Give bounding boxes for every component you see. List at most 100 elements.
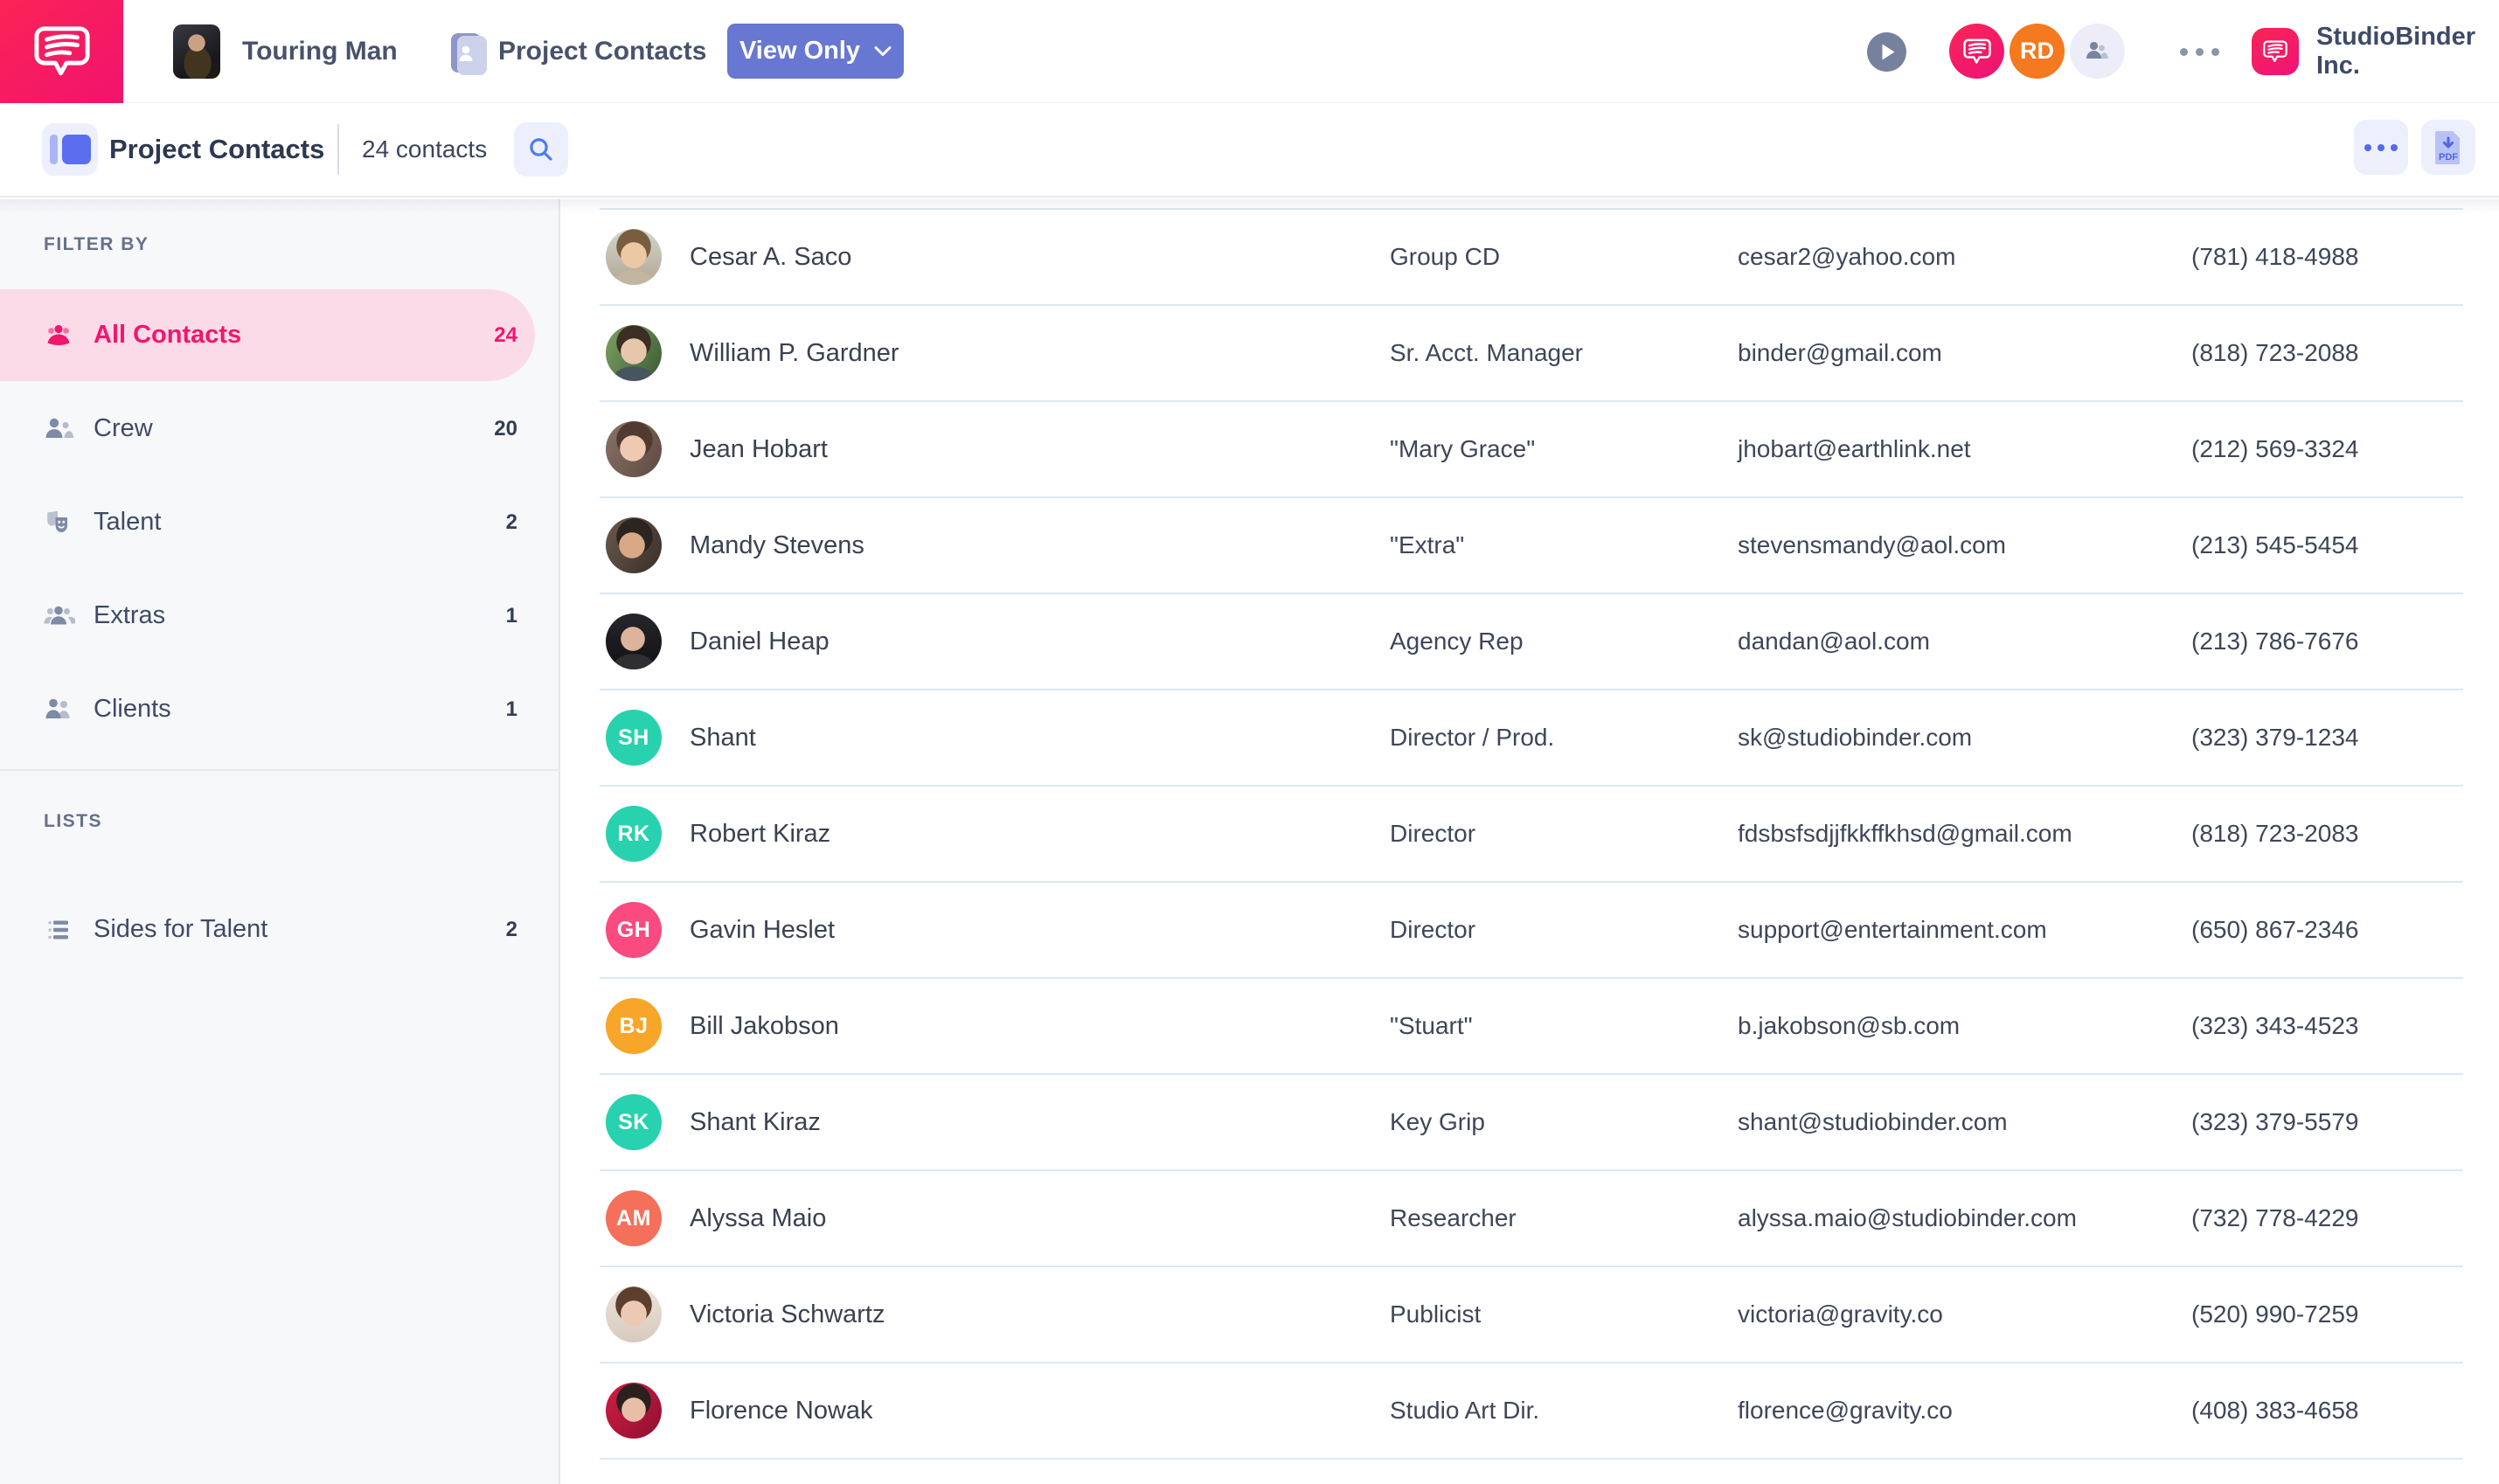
avatar: SK [606, 1094, 662, 1150]
header-more-button[interactable] [2180, 0, 2219, 103]
contact-name: Shant Kiraz [690, 1108, 1390, 1137]
avatar: GH [606, 902, 662, 958]
org-name[interactable]: StudioBinder Inc. [2316, 0, 2499, 103]
contact-name: Bill Jakobson [690, 1012, 1390, 1041]
table-row[interactable]: Cesar A. Saco Group CD cesar2@yahoo.com … [600, 210, 2463, 306]
sidebar-lists: Sides for Talent 2 [0, 883, 559, 976]
table-row[interactable]: GH Gavin Heslet Director support@enterta… [600, 883, 2463, 979]
app-root: { "top_bar": { "project_name": "Touring … [0, 0, 2499, 1484]
sidebar-item[interactable]: All Contacts 24 [0, 288, 559, 382]
sidebar-item-count: 1 [435, 604, 517, 628]
sidebar-item-label: Crew [94, 414, 153, 443]
sidebar-item-count: 1 [435, 697, 517, 722]
table-more-button[interactable] [2354, 120, 2408, 175]
table-row[interactable]: Daniel Heap Agency Rep dandan@aol.com (2… [600, 594, 2463, 690]
avatar-rd[interactable]: RD [2010, 24, 2065, 79]
sidebar-item-icon [42, 506, 75, 539]
project-name[interactable]: Touring Man [242, 0, 398, 103]
table-row-partial [600, 199, 2463, 210]
view-only-label: View Only [739, 37, 860, 66]
sidebar-item-icon [42, 413, 75, 446]
speech-bubble-icon [2261, 39, 2289, 64]
toolbar: Project Contacts 24 contacts PDF [0, 103, 2499, 198]
table-row[interactable]: AM Alyssa Maio Researcher alyssa.maio@st… [600, 1171, 2463, 1267]
avatar-cell [600, 614, 690, 669]
contact-name: Victoria Schwartz [690, 1300, 1390, 1329]
avatar-initials: GH [617, 918, 651, 943]
sidebar-item-count: 24 [435, 323, 517, 348]
avatar [606, 614, 662, 669]
table-row[interactable]: BJ Bill Jakobson "Stuart" b.jakobson@sb.… [600, 979, 2463, 1075]
avatar-initials: SH [618, 725, 649, 751]
contact-phone: (781) 418-4988 [2191, 243, 2463, 271]
sidebar-filters: All Contacts 24 Crew 20 Talent 2 Extras … [0, 288, 559, 756]
table-row[interactable]: Jean Hobart "Mary Grace" jhobart@earthli… [600, 402, 2463, 498]
contact-phone: (818) 723-2088 [2191, 339, 2463, 367]
search-button[interactable] [514, 122, 568, 177]
search-icon [525, 134, 557, 165]
contact-role: "Mary Grace" [1390, 435, 1738, 463]
sidebar-item[interactable]: Talent 2 [0, 475, 559, 569]
person-glyph [457, 42, 475, 65]
contact-email: sk@studiobinder.com [1738, 724, 2191, 752]
avatar-cell [600, 1383, 690, 1439]
table-row[interactable]: SK Shant Kiraz Key Grip shant@studiobind… [600, 1075, 2463, 1171]
contact-name: Jean Hobart [690, 435, 1390, 464]
rows-host: Cesar A. Saco Group CD cesar2@yahoo.com … [600, 210, 2463, 1460]
contact-phone: (323) 379-5579 [2191, 1108, 2463, 1136]
sidebar-section-divider [0, 769, 560, 771]
contact-name: Shant [690, 724, 1390, 752]
contact-phone: (212) 569-3324 [2191, 435, 2463, 463]
table-row[interactable]: William P. Gardner Sr. Acct. Manager bin… [600, 306, 2463, 402]
contact-phone: (213) 545-5454 [2191, 531, 2463, 559]
sidebar-item[interactable]: Sides for Talent 2 [0, 883, 559, 976]
avatar-cell [600, 325, 690, 381]
pdf-label: PDF [2439, 152, 2458, 163]
two-people-icon [2081, 35, 2114, 68]
avatar-cell [600, 229, 690, 285]
contact-role: "Stuart" [1390, 1012, 1738, 1040]
contact-email: alyssa.maio@studiobinder.com [1738, 1204, 2191, 1232]
sidebar-item[interactable]: Extras 1 [0, 569, 559, 662]
contact-email: victoria@gravity.co [1738, 1300, 2191, 1328]
play-icon[interactable] [1867, 32, 1906, 72]
contact-role: Sr. Acct. Manager [1390, 339, 1738, 367]
contact-role: Key Grip [1390, 1108, 1738, 1136]
sidebar-item-label: Sides for Talent [94, 915, 267, 944]
contact-role: Researcher [1390, 1204, 1738, 1232]
table-row[interactable]: Mandy Stevens "Extra" stevensmandy@aol.c… [600, 498, 2463, 594]
contact-name: Gavin Heslet [690, 916, 1390, 945]
sidebar-item[interactable]: Crew 20 [0, 382, 559, 475]
pdf-download-icon: PDF [2432, 129, 2465, 166]
contact-name: Daniel Heap [690, 628, 1390, 656]
sidebar: FILTER BY All Contacts 24 Crew 20 Talent… [0, 199, 560, 1484]
contact-role: "Extra" [1390, 531, 1738, 559]
project-thumbnail[interactable] [173, 24, 220, 79]
contact-email: stevensmandy@aol.com [1738, 531, 2191, 559]
sidebar-item[interactable]: Clients 1 [0, 662, 559, 756]
avatar-collaborators[interactable] [2070, 24, 2125, 79]
export-pdf-button[interactable]: PDF [2421, 120, 2475, 175]
view-only-button[interactable]: View Only [727, 24, 904, 79]
avatar [606, 1383, 662, 1439]
speech-bubble-icon [1961, 38, 1993, 66]
contact-role: Director / Prod. [1390, 724, 1738, 752]
org-logo-chip[interactable] [2252, 28, 2299, 75]
sidebar-item-icon [42, 600, 75, 633]
contact-phone: (323) 379-1234 [2191, 724, 2463, 752]
avatar-initials: AM [616, 1206, 651, 1231]
table-row[interactable]: RK Robert Kiraz Director fdsbsfsdjjfkkff… [600, 787, 2463, 883]
table-row[interactable]: Florence Nowak Studio Art Dir. florence@… [600, 1363, 2463, 1460]
table-row[interactable]: SH Shant Director / Prod. sk@studiobinde… [600, 690, 2463, 787]
contact-phone: (732) 778-4229 [2191, 1204, 2463, 1232]
table-row[interactable]: Victoria Schwartz Publicist victoria@gra… [600, 1267, 2463, 1363]
contact-role: Studio Art Dir. [1390, 1397, 1738, 1425]
avatar [606, 325, 662, 381]
contact-card-icon [451, 33, 481, 73]
board-view-button[interactable] [42, 123, 98, 176]
contact-email: florence@gravity.co [1738, 1397, 2191, 1425]
avatar-studiobinder[interactable] [1949, 24, 2004, 79]
sidebar-item-label: Clients [94, 695, 171, 724]
avatar-cell: RK [600, 806, 690, 862]
studiobinder-logo[interactable] [0, 0, 123, 103]
